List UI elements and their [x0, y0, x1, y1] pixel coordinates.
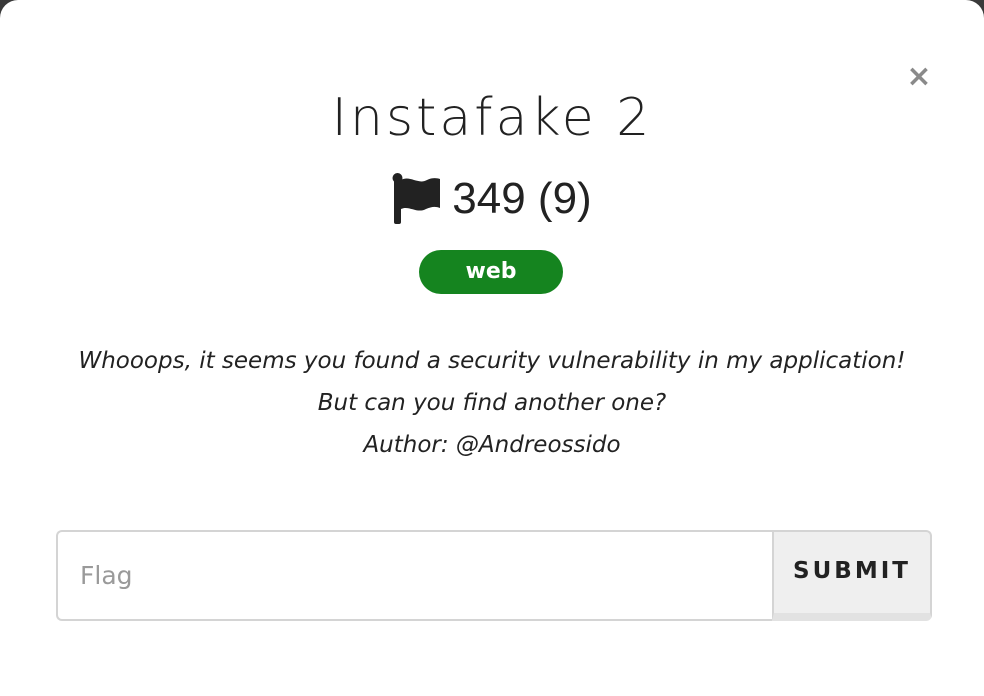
author-line: Author: @Andreossido	[363, 432, 621, 458]
description-line: Whooops, it seems you found a security v…	[78, 348, 906, 374]
description-line: But can you find another one?	[317, 390, 667, 416]
submit-button[interactable]: SUBMIT	[772, 530, 932, 621]
flag-input[interactable]	[56, 530, 772, 621]
category-tag: web	[419, 250, 563, 294]
flag-submit-form: SUBMIT	[56, 530, 932, 621]
category-tag-wrapper: web	[0, 250, 984, 294]
score-row: 349 (9)	[0, 172, 984, 226]
challenge-score: 349 (9)	[452, 174, 592, 223]
challenge-description: Whooops, it seems you found a security v…	[0, 340, 984, 466]
challenge-title: Instafake 2	[331, 88, 653, 148]
flag-icon	[392, 173, 441, 224]
challenge-modal: × Instafake 2 349 (9) web Whooops, it se…	[0, 0, 984, 696]
